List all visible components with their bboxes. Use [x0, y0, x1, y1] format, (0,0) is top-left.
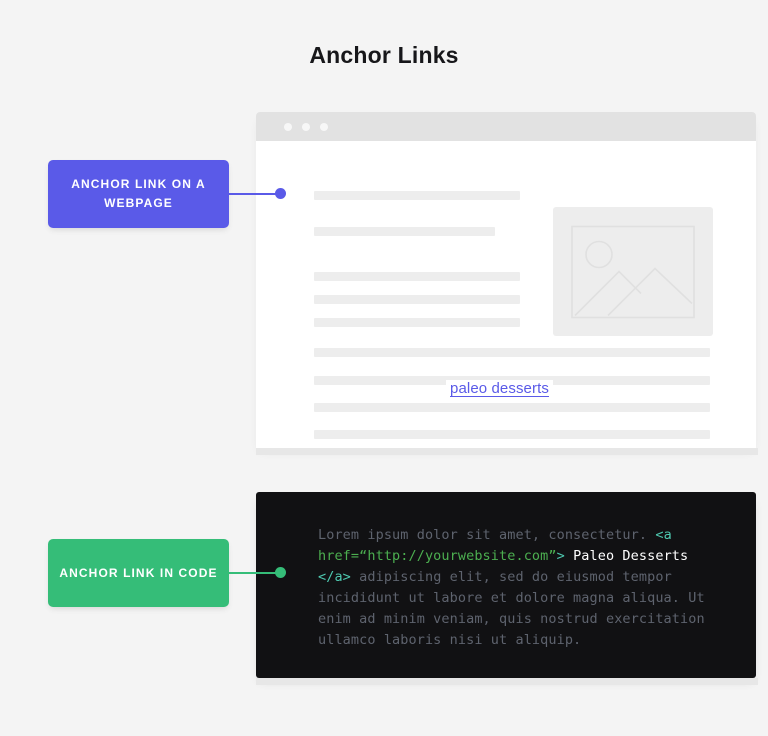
browser-content-area: paleo desserts	[256, 141, 756, 448]
connector-dot-webpage	[275, 188, 286, 199]
code-block-shadow	[256, 678, 758, 685]
connector-line-code	[229, 572, 281, 574]
browser-window-shadow	[256, 448, 758, 455]
browser-window-mockup: paleo desserts	[256, 112, 756, 448]
callout-anchor-link-in-code[interactable]: ANCHOR LINK IN CODE	[48, 539, 229, 607]
code-token-anchor-text: Paleo Desserts	[564, 548, 689, 564]
code-snippet: Lorem ipsum dolor sit amet, consectetur.…	[318, 525, 710, 651]
callout-label: ANCHOR LINK IN CODE	[59, 565, 218, 580]
image-placeholder-icon	[571, 225, 695, 318]
text-placeholder-bar	[314, 403, 710, 412]
text-placeholder-bar	[314, 348, 710, 357]
diagram-canvas: Anchor Links paleo desserts Lorem ipsum …	[0, 0, 768, 736]
code-block-mockup: Lorem ipsum dolor sit amet, consectetur.…	[256, 492, 756, 678]
text-placeholder-bar	[314, 227, 495, 236]
window-dot-3-icon	[320, 123, 328, 131]
text-placeholder-bar	[314, 295, 520, 304]
text-placeholder-bar	[314, 430, 710, 439]
code-line-rest: adipiscing elit, sed do eiusmod tempor i…	[318, 569, 705, 648]
connector-line-webpage	[229, 193, 281, 195]
code-token-tag-close-bracket: >	[556, 548, 565, 564]
text-placeholder-bar	[314, 318, 520, 327]
page-title: Anchor Links	[309, 42, 459, 68]
code-token-tag-end: </a>	[318, 569, 351, 585]
code-token-tag-open: <a	[655, 527, 672, 543]
callout-anchor-link-on-a-webpage[interactable]: ANCHOR LINK ON A WEBPAGE	[48, 160, 229, 228]
window-dot-2-icon	[302, 123, 310, 131]
connector-dot-code	[275, 567, 286, 578]
code-token-href-attribute: href=“http://yourwebsite.com”	[318, 548, 557, 564]
text-placeholder-bar	[314, 191, 520, 200]
text-placeholder-bar	[314, 272, 520, 281]
browser-titlebar	[256, 112, 756, 141]
window-dot-1-icon	[284, 123, 292, 131]
callout-label: ANCHOR LINK ON A WEBPAGE	[71, 177, 206, 210]
page-anchor-link[interactable]: paleo desserts	[446, 380, 553, 397]
image-placeholder	[553, 207, 713, 336]
code-line-comment: Lorem ipsum dolor sit amet, consectetur.	[318, 527, 648, 543]
